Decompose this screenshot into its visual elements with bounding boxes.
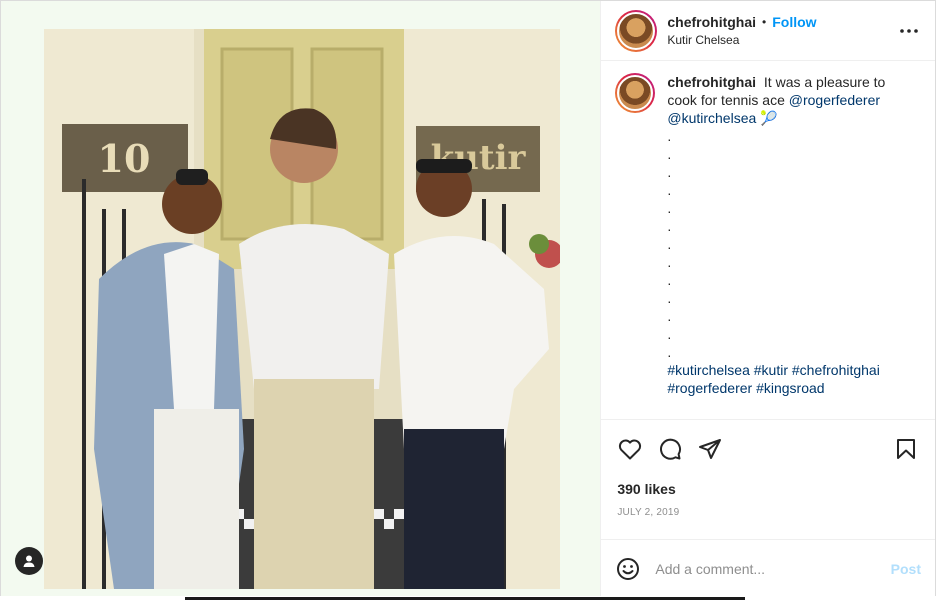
user-tag-icon[interactable]	[15, 547, 43, 575]
hashtag-link[interactable]: #rogerfederer	[667, 380, 752, 396]
caption-body: chefrohitghai It was a pleasure to cook …	[667, 73, 917, 397]
location-link[interactable]: Kutir Chelsea	[667, 31, 816, 49]
photo-illustration: 10 kutir	[44, 29, 560, 589]
post-sidebar: chefrohitghai • Follow Kutir Chelsea che…	[600, 1, 935, 597]
caption-dot: .	[667, 290, 672, 306]
follow-button[interactable]: Follow	[772, 13, 816, 31]
caption-dot: .	[667, 146, 672, 162]
caption-avatar[interactable]	[615, 73, 656, 113]
hashtag-link[interactable]: #kingsroad	[756, 380, 825, 396]
caption-dots: . . . . . . . . . . . . .	[667, 127, 917, 361]
tennis-racquet-emoji: 🎾	[760, 110, 778, 126]
caption-dot: .	[667, 164, 672, 180]
mention-link[interactable]: @kutirchelsea	[667, 110, 756, 126]
caption-dot: .	[667, 344, 672, 360]
post-photo[interactable]: 10 kutir	[44, 29, 560, 589]
caption-dot: .	[667, 218, 672, 234]
post-date[interactable]: JULY 2, 2019	[601, 501, 935, 527]
comments-area[interactable]: chefrohitghai It was a pleasure to cook …	[601, 61, 935, 419]
author-avatar[interactable]	[615, 9, 658, 52]
likes-count[interactable]: 390 likes	[601, 477, 935, 501]
bookmark-icon[interactable]	[893, 436, 919, 462]
caption-dot: .	[667, 236, 672, 252]
smiley-face-icon[interactable]	[615, 556, 641, 582]
paper-plane-icon[interactable]	[697, 436, 723, 462]
author-username[interactable]: chefrohitghai	[667, 13, 756, 31]
hashtags-line: #rogerfederer #kingsroad	[667, 379, 917, 397]
caption-username[interactable]: chefrohitghai	[667, 74, 756, 90]
heart-icon[interactable]	[617, 436, 643, 462]
avatar-image	[617, 11, 656, 50]
comment-form: Post	[601, 539, 935, 597]
caption-dot: .	[667, 272, 672, 288]
caption-dot: .	[667, 128, 672, 144]
caption-dot: .	[667, 200, 672, 216]
post-header: chefrohitghai • Follow Kutir Chelsea	[601, 1, 935, 61]
instagram-post: 10 kutir chefrohitghai • Follow Kutir Ch…	[0, 0, 936, 598]
caption-dot: .	[667, 254, 672, 270]
hashtag-link[interactable]: #kutirchelsea	[667, 362, 750, 378]
caption-dot: .	[667, 182, 672, 198]
hashtags-line: #kutirchelsea #kutir #chefrohitghai	[667, 361, 917, 379]
hashtag-link[interactable]: #kutir	[754, 362, 788, 378]
header-text: chefrohitghai • Follow Kutir Chelsea	[667, 13, 816, 49]
caption: chefrohitghai It was a pleasure to cook …	[615, 73, 921, 397]
post-comment-button[interactable]: Post	[891, 561, 921, 577]
header-line: chefrohitghai • Follow	[667, 13, 816, 31]
bottom-edge	[0, 596, 936, 600]
caption-dot: .	[667, 308, 672, 324]
avatar-image	[617, 75, 654, 111]
separator-dot: •	[762, 14, 767, 29]
post-media[interactable]: 10 kutir	[1, 1, 601, 597]
comment-bubble-icon[interactable]	[657, 436, 683, 462]
comment-input[interactable]	[655, 560, 881, 577]
more-horizontal-icon[interactable]	[897, 19, 921, 43]
mention-link[interactable]: @rogerfederer	[789, 92, 880, 108]
house-number-sign: 10	[98, 136, 151, 181]
action-bar	[601, 419, 935, 477]
hashtag-link[interactable]: #chefrohitghai	[792, 362, 880, 378]
caption-dot: .	[667, 326, 672, 342]
